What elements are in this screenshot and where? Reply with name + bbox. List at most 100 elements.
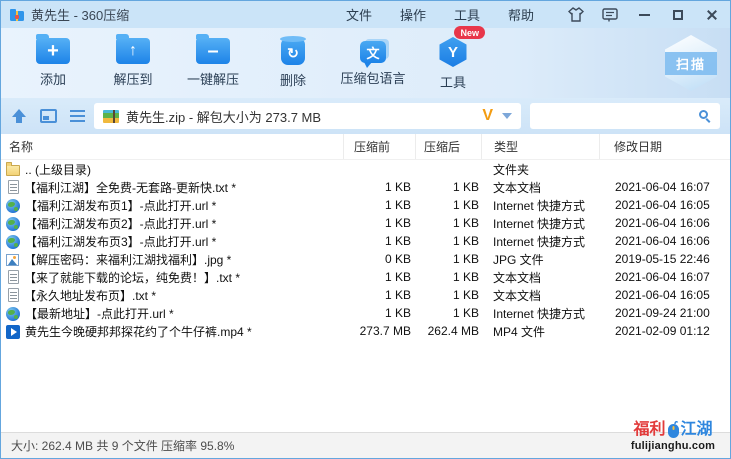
size-before: 1 KB: [343, 180, 415, 194]
preview-pane-icon[interactable]: [40, 109, 57, 123]
view-controls: [11, 109, 85, 124]
table-row[interactable]: .. (上级目录) 文件夹: [1, 160, 730, 178]
minimize-button[interactable]: [636, 7, 652, 23]
table-row[interactable]: 【福利江湖发布页3】-点此打开.url * 1 KB 1 KB Internet…: [1, 232, 730, 250]
table-row[interactable]: 【来了就能下载的论坛，纯免费！】.txt * 1 KB 1 KB 文本文档 20…: [1, 268, 730, 286]
new-badge: New: [454, 26, 485, 39]
toolbar-button-label: 压缩包语言: [340, 68, 405, 87]
search-icon[interactable]: [699, 110, 712, 123]
size-before: 1 KB: [343, 270, 415, 284]
file-type-icon: [6, 199, 20, 213]
file-modified-date: 2021-06-04 16:05: [599, 288, 730, 302]
file-type: JPG 文件: [481, 251, 599, 268]
vip-v-icon[interactable]: V: [482, 107, 493, 125]
up-directory-icon[interactable]: [11, 109, 27, 124]
toolbar-button-label: 添加: [40, 69, 66, 88]
size-after: 1 KB: [415, 270, 481, 284]
toolbar-button[interactable]: 删除: [253, 28, 333, 91]
list-view-icon[interactable]: [70, 110, 85, 122]
menu-item[interactable]: 操作: [400, 5, 426, 24]
table-row[interactable]: 【永久地址发布页】.txt * 1 KB 1 KB 文本文档 2021-06-0…: [1, 286, 730, 304]
toolbar-button-icon: [438, 37, 468, 67]
file-modified-date: 2021-06-04 16:07: [599, 270, 730, 284]
table-row[interactable]: 黄先生今晚硬邦邦探花约了个牛仔裤.mp4 * 273.7 MB 262.4 MB…: [1, 322, 730, 340]
toolbar-button[interactable]: 压缩包语言: [333, 28, 413, 91]
search-box[interactable]: [530, 103, 720, 129]
file-type: MP4 文件: [481, 323, 599, 340]
file-type-icon: [6, 235, 20, 249]
mouse-icon: [667, 420, 680, 438]
title-bar: 黄先生 - 360压缩 文件 操作 工具 帮助: [1, 1, 730, 28]
toolbar-button-icon: [360, 41, 386, 63]
app-zip-icon: [9, 7, 25, 23]
file-modified-date: 2019-05-15 22:46: [599, 252, 730, 266]
size-after: 1 KB: [415, 216, 481, 230]
watermark: 福利 江湖 fulijianghu.com: [621, 420, 725, 452]
file-modified-date: 2021-06-04 16:06: [599, 216, 730, 230]
file-type: 文本文档: [481, 179, 599, 196]
watermark-domain: fulijianghu.com: [621, 440, 725, 452]
file-type: Internet 快捷方式: [481, 215, 599, 232]
file-type-icon: [8, 270, 19, 284]
watermark-brand-left: 福利: [633, 420, 665, 439]
maximize-button[interactable]: [670, 7, 686, 23]
size-before: 1 KB: [343, 306, 415, 320]
file-type: 文本文档: [481, 287, 599, 304]
toolbar-button-icon: [36, 38, 70, 64]
file-type-icon: [6, 165, 20, 176]
archive-path-combobox[interactable]: 黄先生.zip - 解包大小为 273.7 MB V: [94, 103, 521, 129]
watermark-brand-right: 江湖: [681, 420, 713, 439]
size-before: 1 KB: [343, 288, 415, 302]
toolbar-button-label: 删除: [280, 70, 306, 89]
toolbar-button[interactable]: 一键解压: [173, 28, 253, 91]
skin-icon[interactable]: [568, 7, 584, 23]
column-header-date[interactable]: 修改日期: [599, 134, 730, 159]
size-before: 0 KB: [343, 252, 415, 266]
file-modified-date: 2021-06-04 16:06: [599, 234, 730, 248]
table-row[interactable]: 【解压密码：来福利江湖找福利】.jpg * 0 KB 1 KB JPG 文件 2…: [1, 250, 730, 268]
file-type: 文本文档: [481, 269, 599, 286]
feedback-icon[interactable]: [602, 7, 618, 23]
chevron-down-icon[interactable]: [502, 113, 512, 119]
table-row[interactable]: 【最新地址】-点此打开.url * 1 KB 1 KB Internet 快捷方…: [1, 304, 730, 322]
file-type-icon: [6, 254, 19, 266]
scan-shield-button[interactable]: 扫描: [665, 35, 717, 91]
toolbar-button-label: 一键解压: [187, 69, 239, 88]
table-row[interactable]: 【福利江湖发布页1】-点此打开.url * 1 KB 1 KB Internet…: [1, 196, 730, 214]
scan-label: 扫描: [665, 52, 717, 75]
file-name: .. (上级目录): [25, 161, 91, 178]
size-before: 1 KB: [343, 216, 415, 230]
size-after: 262.4 MB: [415, 324, 481, 338]
toolbar-button[interactable]: New 工具: [413, 28, 493, 91]
size-after: 1 KB: [415, 252, 481, 266]
file-name: 【福利江湖发布页1】-点此打开.url *: [25, 197, 216, 214]
toolbar-button[interactable]: 解压到: [93, 28, 173, 91]
column-header-after[interactable]: 压缩后: [415, 134, 481, 159]
table-row[interactable]: 【福利江湖发布页2】-点此打开.url * 1 KB 1 KB Internet…: [1, 214, 730, 232]
search-input[interactable]: [538, 108, 699, 124]
column-header-type[interactable]: 类型: [481, 134, 599, 159]
toolbar-button[interactable]: 添加: [13, 28, 93, 91]
file-type: 文件夹: [481, 161, 599, 178]
menu-bar: 文件 操作 工具 帮助: [346, 5, 534, 24]
file-name: 【来了就能下载的论坛，纯免费！】.txt *: [24, 269, 240, 286]
menu-item[interactable]: 工具: [454, 5, 480, 24]
close-button[interactable]: [704, 7, 720, 23]
column-header-before[interactable]: 压缩前: [343, 134, 415, 159]
file-name: 【福利江湖】全免费-无套路-更新快.txt *: [24, 179, 236, 196]
window-title: 黄先生 - 360压缩: [31, 5, 129, 24]
file-name: 【福利江湖发布页3】-点此打开.url *: [25, 233, 216, 250]
menu-item[interactable]: 文件: [346, 5, 372, 24]
column-header-name[interactable]: 名称: [1, 134, 343, 159]
file-name: 【解压密码：来福利江湖找福利】.jpg *: [24, 251, 231, 268]
size-after: 1 KB: [415, 234, 481, 248]
file-type: Internet 快捷方式: [481, 305, 599, 322]
address-bar: 黄先生.zip - 解包大小为 273.7 MB V: [1, 98, 730, 134]
table-row[interactable]: 【福利江湖】全免费-无套路-更新快.txt * 1 KB 1 KB 文本文档 2…: [1, 178, 730, 196]
file-name: 【福利江湖发布页2】-点此打开.url *: [25, 215, 216, 232]
menu-item[interactable]: 帮助: [508, 5, 534, 24]
toolbar-button-label: 解压到: [113, 69, 152, 88]
file-modified-date: 2021-06-04 16:07: [599, 180, 730, 194]
titlebar-actions: [568, 7, 720, 23]
size-after: 1 KB: [415, 198, 481, 212]
